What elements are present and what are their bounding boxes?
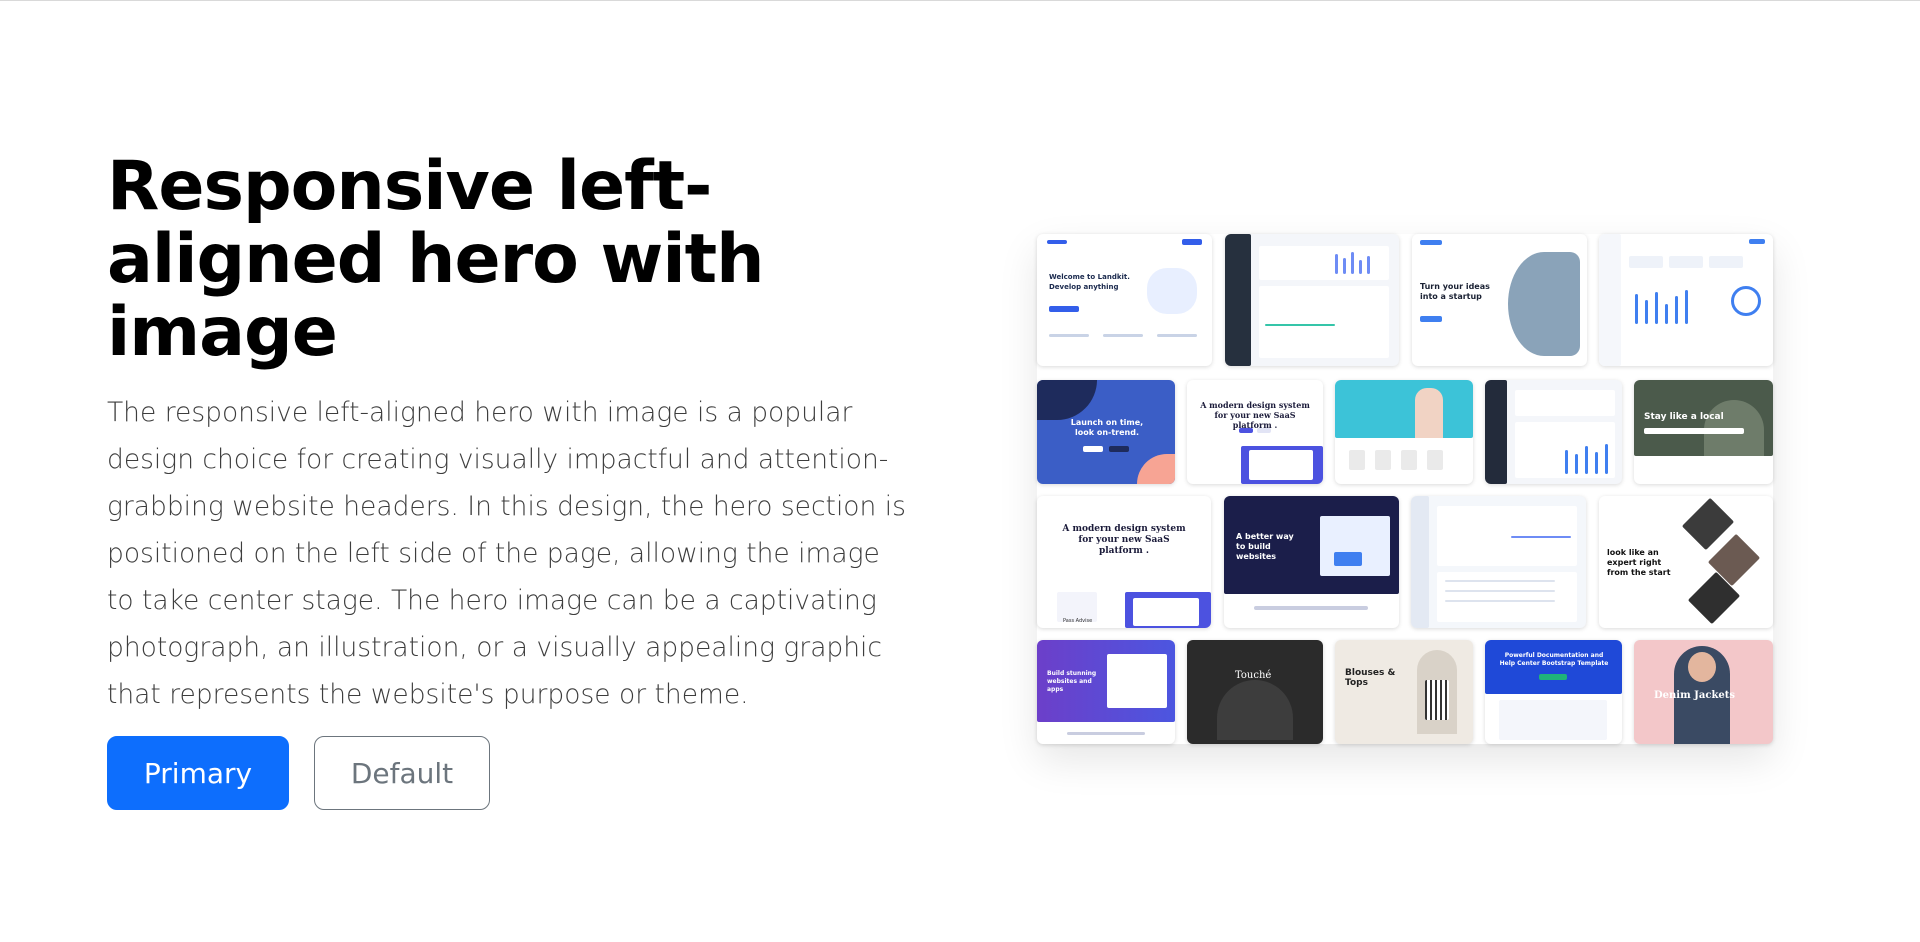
default-button[interactable]: Default [314,736,490,810]
template-thumb-build: Build stunning websites and apps [1037,640,1175,744]
thumb-caption-expert: look like an expert right from the start [1607,548,1671,577]
template-thumb-admin [1485,380,1622,484]
thumb-caption-blouses: Blouses & Tops [1345,668,1396,688]
template-thumb-denim: Denim Jackets [1634,640,1773,744]
template-thumb-blouses: Blouses & Tops [1335,640,1473,744]
template-thumb-touche: Touché [1187,640,1323,744]
hero-title: Responsive left-aligned hero with image [107,147,765,372]
thumb-caption-denim: Denim Jackets [1654,690,1736,701]
primary-button[interactable]: Primary [107,736,289,810]
template-thumb-startup: Turn your ideas into a startup [1412,234,1587,366]
thumb-caption-launch: Launch on time, look on-trend. [1070,418,1144,437]
template-thumb-docs: Powerful Documentation and Help Center B… [1485,640,1622,744]
thumb-caption-ideas: Turn your ideas into a startup [1420,282,1490,301]
template-thumb-saas-1: A modern design system for your new SaaS… [1187,380,1323,484]
thumb-caption-touche: Touché [1235,670,1272,681]
thumb-caption-welcome: Welcome to Landkit. Develop anything [1049,273,1130,291]
thumb-caption-docs: Powerful Documentation and Help Center B… [1499,652,1609,667]
thumb-caption-saas1: A modern design system for your new SaaS… [1200,400,1310,430]
thumb-caption-pass: Pass Advise [1063,618,1093,624]
template-thumb-dashboard-dark [1225,234,1399,366]
thumb-caption-better: A better way to build websites [1236,532,1294,561]
hero-buttons: Primary Default [107,736,907,810]
hero-section: Responsive left-aligned hero with image … [107,150,907,810]
template-thumb-yoga [1335,380,1473,484]
template-thumb-expert: look like an expert right from the start [1599,496,1773,628]
thumb-caption-saas2: A modern design system for your new SaaS… [1062,524,1186,556]
template-thumb-landkit: Welcome to Landkit. Develop anything [1037,234,1212,366]
template-thumb-launch: Launch on time, look on-trend. [1037,380,1175,484]
template-thumb-saas-2: A modern design system for your new SaaS… [1037,496,1211,628]
template-thumb-table [1411,496,1586,628]
thumb-caption-local: Stay like a local [1644,412,1724,422]
hero-image-mosaic: Welcome to Landkit. Develop anything Tur… [1037,234,1773,744]
thumb-caption-build: Build stunning websites and apps [1047,670,1097,693]
template-thumb-betterway: A better way to build websites [1224,496,1399,628]
top-divider [0,0,1920,1]
hero-lead: The responsive left-aligned hero with im… [107,397,906,710]
template-thumb-travel: Stay like a local [1634,380,1773,484]
template-thumb-analytics [1599,234,1773,366]
